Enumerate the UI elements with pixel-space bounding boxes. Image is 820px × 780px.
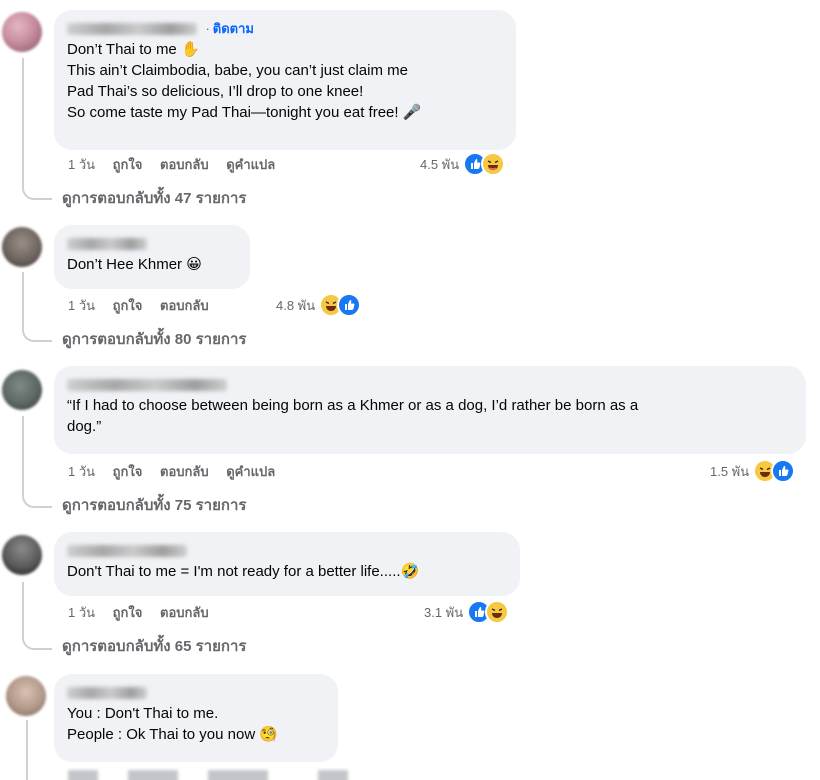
thread-line: [26, 720, 28, 780]
view-replies-link[interactable]: ดูการตอบกลับทั้ง 65 รายการ: [62, 636, 246, 658]
comment-line: This ain’t Claimbodia, babe, you can’t j…: [67, 62, 408, 79]
avatar[interactable]: [6, 676, 46, 716]
author-name[interactable]: [67, 378, 227, 391]
comment-line: Pad Thai’s so delicious, I’ll drop to on…: [67, 83, 364, 100]
reply-button[interactable]: ตอบกลับ: [160, 464, 209, 479]
like-button[interactable]: ถูกใจ: [113, 157, 143, 172]
like-button[interactable]: ถูกใจ: [113, 464, 143, 479]
reaction-count[interactable]: 4.8 พัน: [276, 295, 315, 316]
like-button[interactable]: ถูกใจ: [113, 298, 143, 313]
comment-text: Don’t Thai to me ✋ This ain’t Claimbodia…: [67, 39, 503, 123]
comment-bubble: You : Don't Thai to me. People : Ok Thai…: [54, 674, 338, 762]
comment-line: You : Don't Thai to me.: [67, 705, 219, 722]
like-icon: [337, 293, 362, 317]
reaction-summary[interactable]: 1.5 พัน: [710, 459, 796, 483]
reaction-summary[interactable]: 4.5 พัน: [420, 152, 506, 176]
comment-bubble: “If I had to choose between being born a…: [54, 366, 806, 454]
reaction-count[interactable]: 3.1 พัน: [424, 602, 463, 623]
follow-link[interactable]: · ติดตาม: [205, 21, 254, 36]
author-name[interactable]: [67, 23, 197, 35]
see-translation-button[interactable]: ดูคำแปล: [226, 464, 275, 479]
see-translation-button[interactable]: ดูคำแปล: [226, 157, 275, 172]
reaction-summary[interactable]: 3.1 พัน: [424, 600, 510, 624]
author-name[interactable]: [67, 544, 187, 557]
follow-label[interactable]: ติดตาม: [213, 21, 254, 36]
reply-button[interactable]: ตอบกลับ: [160, 157, 209, 172]
comment-bubble: · ติดตาม Don’t Thai to me ✋ This ain’t Cl…: [54, 10, 516, 150]
reaction-summary[interactable]: 4.8 พัน: [276, 293, 362, 317]
comment-text: Don’t Hee Khmer 😀: [67, 256, 202, 273]
comment-line: Don’t Thai to me ✋: [67, 41, 200, 58]
reply-button[interactable]: ตอบกลับ: [160, 298, 209, 313]
like-button[interactable]: ถูกใจ: [113, 605, 143, 620]
reaction-count[interactable]: 4.5 พัน: [420, 154, 459, 175]
view-replies-link[interactable]: ดูการตอบกลับทั้ง 47 รายการ: [62, 188, 246, 210]
comment-bubble: Don't Thai to me = I'm not ready for a b…: [54, 532, 520, 596]
thread-curve: [22, 326, 52, 342]
thread-line: [22, 272, 24, 326]
reply-button[interactable]: ตอบกลับ: [160, 605, 209, 620]
comment-actions: 1 วัน ถูกใจ ตอบกลับ ดูคำแปล: [68, 462, 289, 482]
thread-line: [22, 582, 24, 634]
thread-line: [22, 416, 24, 492]
comment-line: dog.”: [67, 418, 102, 435]
comment-text: Don't Thai to me = I'm not ready for a b…: [67, 563, 420, 580]
timestamp[interactable]: 1 วัน: [68, 605, 95, 620]
view-replies-link[interactable]: ดูการตอบกลับทั้ง 75 รายการ: [62, 495, 246, 517]
author-name[interactable]: [67, 686, 147, 699]
comment-actions: 1 วัน ถูกใจ ตอบกลับ ดูคำแปล: [68, 155, 289, 175]
timestamp[interactable]: 1 วัน: [68, 298, 95, 313]
cut-off-actions: [60, 768, 360, 780]
avatar[interactable]: [2, 370, 42, 410]
thread-line: [22, 58, 24, 184]
reaction-count[interactable]: 1.5 พัน: [710, 461, 749, 482]
haha-icon: [481, 152, 506, 176]
comment-actions: 1 วัน ถูกใจ ตอบกลับ: [68, 296, 223, 316]
comment-actions: 1 วัน ถูกใจ ตอบกลับ: [68, 603, 223, 623]
author-name[interactable]: [67, 237, 147, 250]
avatar[interactable]: [2, 535, 42, 575]
avatar[interactable]: [2, 227, 42, 267]
thread-curve: [22, 184, 52, 200]
timestamp[interactable]: 1 วัน: [68, 157, 95, 172]
like-icon: [771, 459, 796, 483]
comment-line: So come taste my Pad Thai—tonight you ea…: [67, 104, 422, 121]
thread-curve: [22, 492, 52, 508]
haha-icon: [485, 600, 510, 624]
comment-line: “If I had to choose between being born a…: [67, 397, 639, 414]
comment-bubble: Don’t Hee Khmer 😀: [54, 225, 250, 289]
comment-text: You : Don't Thai to me. People : Ok Thai…: [67, 703, 325, 745]
thread-curve: [22, 634, 52, 650]
avatar[interactable]: [2, 12, 42, 52]
comment-text: “If I had to choose between being born a…: [67, 395, 793, 437]
comment-line: People : Ok Thai to you now 🧐: [67, 726, 279, 743]
timestamp[interactable]: 1 วัน: [68, 464, 95, 479]
view-replies-link[interactable]: ดูการตอบกลับทั้ง 80 รายการ: [62, 329, 246, 351]
